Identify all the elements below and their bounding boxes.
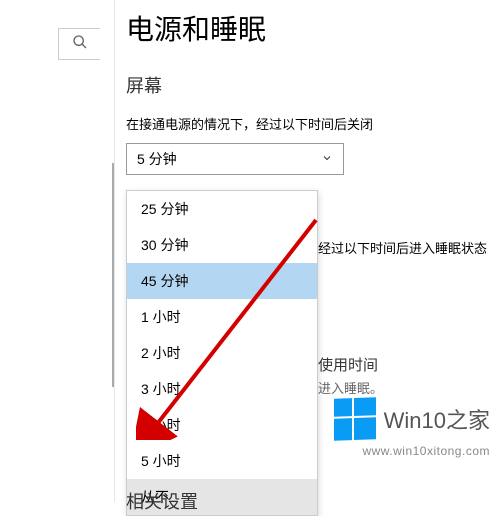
screen-timeout-value: 5 分钟 <box>137 149 177 169</box>
watermark-logo: Win10之家 <box>334 398 490 440</box>
watermark-text: Win10之家 <box>384 403 490 435</box>
sleep-timeout-label: 经过以下时间后进入睡眠状态 <box>318 238 487 257</box>
chevron-down-icon <box>321 151 333 167</box>
screen-timeout-dropdown[interactable]: 5 分钟 <box>126 143 344 175</box>
search-input[interactable] <box>58 28 100 60</box>
sleep-timeout-dropdown-open[interactable]: 25 分钟30 分钟45 分钟1 小时2 小时3 小时4 小时5 小时从不 <box>126 190 318 516</box>
dropdown-option[interactable]: 25 分钟 <box>127 191 317 227</box>
related-settings-title: 相关设置 <box>126 488 198 514</box>
dropdown-option[interactable]: 5 小时 <box>127 443 317 479</box>
watermark-url: www.win10xitong.com <box>362 444 490 458</box>
usage-time-hint: 进入睡眠。 <box>318 378 383 397</box>
sidebar-active-indicator <box>112 163 114 387</box>
search-icon <box>72 34 88 55</box>
dropdown-option[interactable]: 3 小时 <box>127 371 317 407</box>
page-title: 电源和睡眠 <box>126 8 502 48</box>
dropdown-option[interactable]: 1 小时 <box>127 299 317 335</box>
dropdown-option[interactable]: 45 分钟 <box>127 263 317 299</box>
dropdown-option[interactable]: 2 小时 <box>127 335 317 371</box>
screen-timeout-label: 在接通电源的情况下，经过以下时间后关闭 <box>126 114 502 133</box>
dropdown-option[interactable]: 30 分钟 <box>127 227 317 263</box>
usage-time-title: 使用时间 <box>318 354 378 375</box>
windows-logo-icon <box>334 397 376 440</box>
main-content: 电源和睡眠 屏幕 在接通电源的情况下，经过以下时间后关闭 5 分钟 <box>126 0 502 219</box>
screen-section-title: 屏幕 <box>126 72 502 98</box>
settings-sidebar <box>0 0 115 502</box>
dropdown-option[interactable]: 4 小时 <box>127 407 317 443</box>
